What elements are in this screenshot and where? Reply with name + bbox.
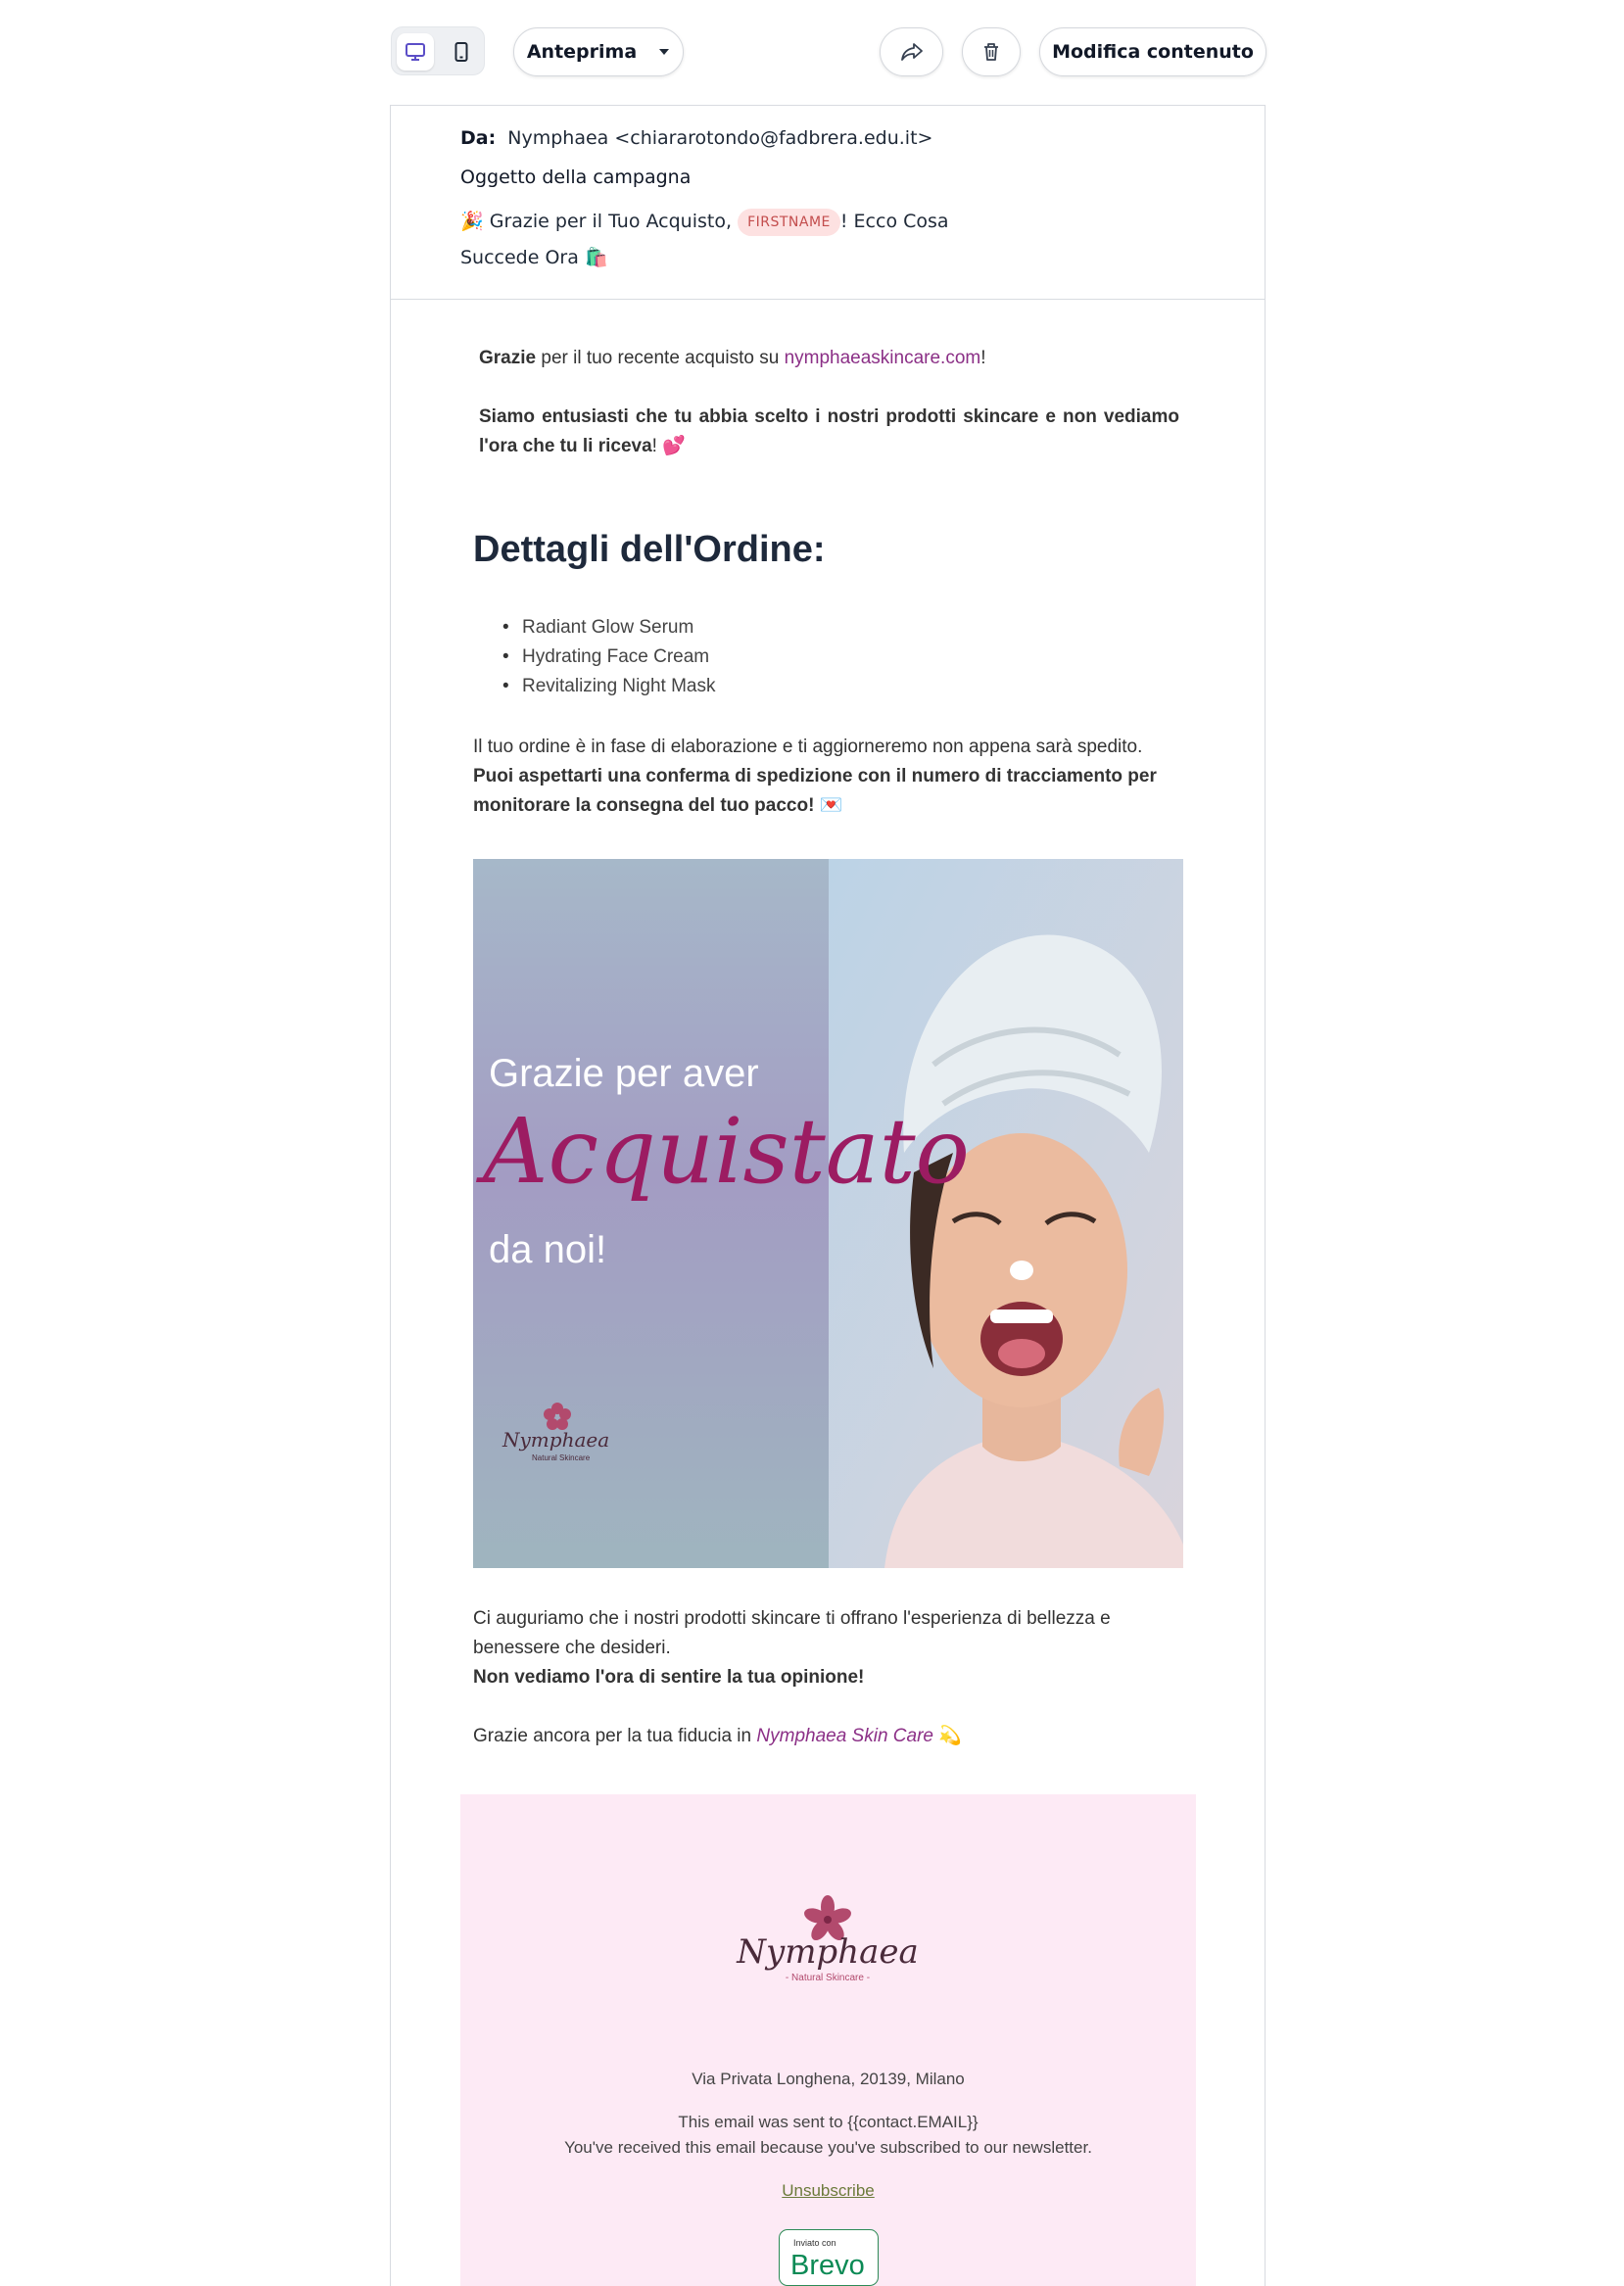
from-label: Da: bbox=[460, 127, 497, 149]
from-row: Da: Nymphaea <chiararotondo@fadbrera.edu… bbox=[460, 127, 932, 149]
email-preview-card: Da: Nymphaea <chiararotondo@fadbrera.edu… bbox=[390, 105, 1266, 2286]
footer-address: Via Privata Longhena, 20139, Milano bbox=[692, 2070, 965, 2088]
store-link[interactable]: nymphaeaskincare.com bbox=[785, 348, 981, 368]
list-item: Revitalizing Night Mask bbox=[502, 672, 716, 701]
closing-bold: Non vediamo l'ora di sentire la tua opin… bbox=[473, 1667, 865, 1688]
footer-notice: This email was sent to {{contact.EMAIL}}… bbox=[460, 2110, 1196, 2161]
delete-button[interactable] bbox=[962, 27, 1021, 76]
subject-label: Oggetto della campagna bbox=[460, 167, 692, 188]
mobile-icon bbox=[454, 42, 468, 62]
list-item: Radiant Glow Serum bbox=[502, 613, 715, 643]
enthusiasm-end: ! 💕 bbox=[651, 436, 686, 456]
banner-logo-sub: Natural Skincare bbox=[532, 1453, 591, 1462]
share-button[interactable] bbox=[880, 27, 943, 76]
preview-select-label: Anteprima bbox=[526, 41, 638, 63]
thanks-paragraph: Grazie ancora per la tua fiducia in Nymp… bbox=[473, 1722, 1188, 1751]
sent-to-text: This email was sent to {{contact.EMAIL}} bbox=[678, 2113, 979, 2131]
banner-line3: da noi! bbox=[489, 1228, 606, 1271]
share-icon bbox=[900, 43, 923, 61]
brevo-small-text: Inviato con bbox=[793, 2238, 836, 2248]
banner-logo: Nymphaea bbox=[502, 1428, 609, 1452]
list-item: Hydrating Face Cream bbox=[502, 643, 715, 672]
caret-down-icon bbox=[659, 49, 670, 55]
party-emoji: 🎉 bbox=[460, 211, 484, 232]
intro-bold: Grazie bbox=[479, 348, 537, 368]
email-header: Da: Nymphaea <chiararotondo@fadbrera.edu… bbox=[391, 106, 1265, 300]
order-status-paragraph: Il tuo ordine è in fase di elaborazione … bbox=[473, 733, 1188, 821]
mobile-view-button[interactable] bbox=[443, 33, 480, 71]
subject-part1: Grazie per il Tuo Acquisto, bbox=[489, 211, 733, 232]
thank-you-banner-image: Grazie per aver Acquistato da noi! Nymph… bbox=[473, 859, 1183, 1568]
footer-logo: Nymphaea - Natural Skincare - bbox=[736, 1895, 919, 1983]
closing-text: Ci auguriamo che i nostri prodotti skinc… bbox=[473, 1608, 1111, 1658]
email-footer: Nymphaea - Natural Skincare - Via Privat… bbox=[460, 1794, 1196, 2286]
enthusiasm-paragraph: Siamo entusiasti che tu abbia scelto i n… bbox=[479, 403, 1179, 461]
brevo-badge[interactable]: Inviato con Brevo bbox=[779, 2229, 879, 2286]
banner-script: Acquistato bbox=[475, 1099, 970, 1204]
closing-paragraph: Ci auguriamo che i nostri prodotti skinc… bbox=[473, 1604, 1188, 1692]
brevo-logo: Brevo bbox=[790, 2250, 865, 2281]
from-value: Nymphaea <chiararotondo@fadbrera.edu.it> bbox=[507, 127, 933, 149]
enthusiasm-text: Siamo entusiasti che tu abbia scelto i n… bbox=[479, 406, 1179, 456]
order-details-heading: Dettagli dell'Ordine: bbox=[473, 529, 826, 570]
intro-paragraph: Grazie per il tuo recente acquisto su ny… bbox=[479, 344, 1179, 373]
banner-line1: Grazie per aver bbox=[489, 1052, 759, 1095]
order-list: Radiant Glow Serum Hydrating Face Cream … bbox=[502, 613, 716, 701]
preview-select[interactable]: Anteprima bbox=[513, 27, 684, 76]
desktop-view-button[interactable] bbox=[397, 33, 434, 71]
footer-logo-text: Nymphaea bbox=[736, 1932, 919, 1972]
edit-content-button[interactable]: Modifica contenuto bbox=[1039, 27, 1266, 76]
unsubscribe-link[interactable]: Unsubscribe bbox=[460, 2178, 1196, 2204]
shopping-emoji: 🛍️ bbox=[584, 247, 608, 268]
subscription-reason: You've received this email because you'v… bbox=[564, 2138, 1092, 2157]
intro-text: per il tuo recente acquisto su bbox=[536, 348, 785, 368]
device-toggle bbox=[391, 26, 485, 75]
footer-logo-sub: - Natural Skincare - bbox=[786, 1973, 870, 1983]
thanks-text: Grazie ancora per la tua fiducia in bbox=[473, 1726, 757, 1746]
intro-end: ! bbox=[980, 348, 986, 368]
status-text: Il tuo ordine è in fase di elaborazione … bbox=[473, 737, 1143, 757]
toolbar: Anteprima Modifica contenuto bbox=[391, 26, 1266, 77]
dizzy-emoji: 💫 bbox=[938, 1726, 962, 1746]
trash-icon bbox=[984, 43, 998, 61]
status-bold: Puoi aspettarti una conferma di spedizio… bbox=[473, 766, 1157, 816]
subject-line: 🎉 Grazie per il Tuo Acquisto, FIRSTNAME!… bbox=[460, 204, 1009, 276]
thanks-brand: Nymphaea Skin Care bbox=[756, 1726, 933, 1746]
firstname-tag[interactable]: FIRSTNAME bbox=[738, 208, 840, 236]
desktop-icon bbox=[406, 43, 425, 61]
